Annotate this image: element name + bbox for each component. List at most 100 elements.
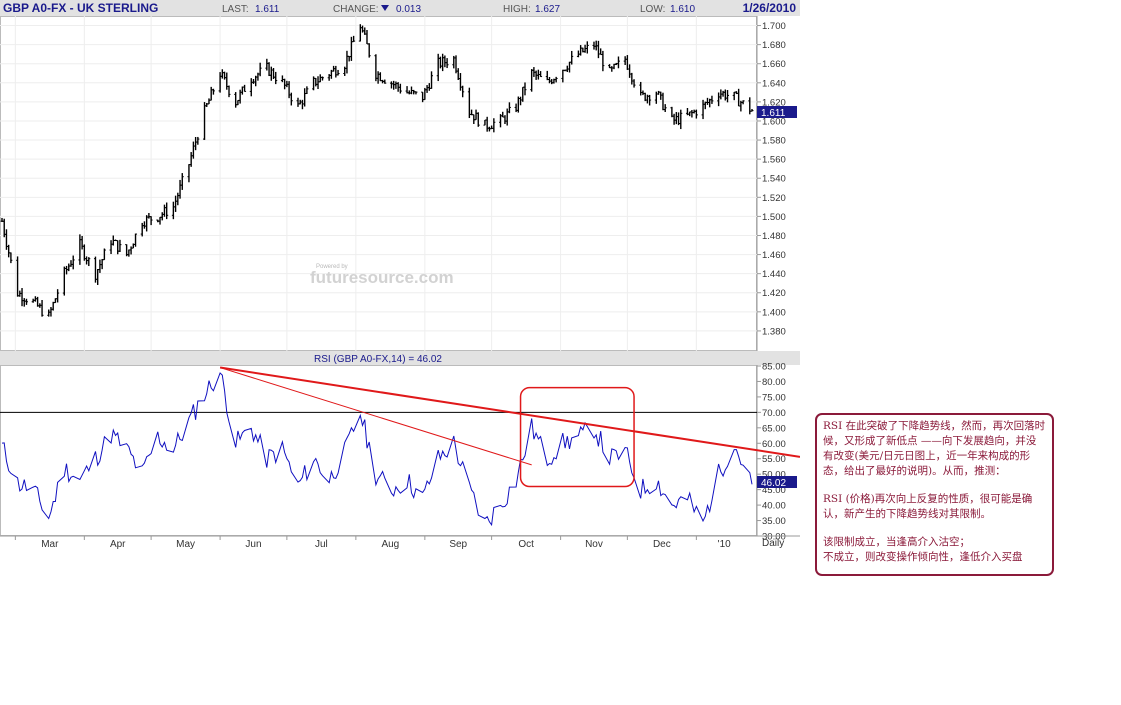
price-bar [289, 92, 293, 106]
price-bar [240, 86, 244, 95]
price-bar [445, 58, 449, 69]
price-bar [65, 265, 69, 275]
price-bar [274, 71, 278, 85]
price-bar [441, 53, 445, 72]
price-bar [476, 112, 480, 127]
rsi-current-label: 46.02 [761, 478, 786, 489]
x-tick-label: Nov [585, 539, 603, 550]
price-tick-label: 1.540 [762, 174, 786, 185]
price-bar [610, 66, 614, 72]
price-tick-label: 1.400 [762, 307, 786, 318]
price-bar [149, 216, 153, 226]
price-bar [69, 260, 73, 267]
price-bar [249, 78, 253, 97]
header-date: 1/26/2010 [743, 1, 797, 15]
price-bar [641, 90, 645, 96]
annotation-note: RSI 在此突破了下降趋势线，然而，再次回落时候，又形成了新低点 ——向下发展趋… [815, 413, 1054, 576]
price-bar [392, 80, 396, 90]
price-bar [454, 55, 458, 74]
low-label: LOW: [640, 4, 665, 15]
price-tick-label: 1.420 [762, 288, 786, 299]
price-bar [62, 266, 66, 296]
price-bar [80, 235, 84, 250]
x-axis-labels: Mar Apr May Jun Jul Aug Sep Oct Nov Dec '10 [14, 536, 731, 550]
price-bar [118, 239, 122, 253]
price-bar [265, 58, 269, 71]
price-bar [694, 109, 698, 119]
change-value: 0.013 [396, 4, 421, 15]
price-bar [503, 115, 507, 125]
price-bar [365, 29, 369, 45]
price-bar [679, 109, 683, 130]
price-bar [36, 296, 40, 307]
price-bar [539, 71, 543, 78]
price-bar [705, 97, 709, 105]
price-bar [657, 90, 661, 95]
price-bar [398, 83, 402, 94]
x-tick-label: May [176, 539, 195, 550]
price-bar [100, 258, 104, 270]
price-bar [7, 244, 11, 258]
price-bar [287, 81, 291, 99]
price-bar [16, 256, 20, 297]
price-bar [320, 76, 324, 81]
price-bar [467, 87, 471, 119]
price-bar [98, 259, 102, 273]
price-bar [258, 62, 262, 77]
price-bar [358, 24, 362, 42]
price-bar [243, 84, 247, 92]
rsi-tick-label: 70.00 [762, 408, 786, 419]
rsi-tick-label: 40.00 [762, 501, 786, 512]
price-bar [367, 43, 371, 58]
rsi-trendlines [219, 366, 801, 466]
price-bar [585, 41, 589, 54]
price-bar [87, 257, 91, 267]
rsi-tick-label: 35.00 [762, 516, 786, 527]
price-bar [209, 86, 213, 101]
price-bar [523, 82, 527, 96]
price-bar [178, 179, 182, 199]
price-bar [443, 55, 447, 68]
price-bar [318, 74, 322, 83]
price-bar [116, 240, 120, 255]
price-bar [269, 66, 273, 81]
price-tick-label: 1.460 [762, 250, 786, 261]
x-grid [14, 16, 697, 351]
price-bar [521, 86, 525, 102]
rsi-line [1, 372, 753, 527]
price-y-ticks: 1.7001.6801.6601.6401.6201.6001.5801.560… [757, 21, 786, 337]
price-bar [176, 192, 180, 206]
price-bar [625, 55, 629, 70]
chart-svg: GBP A0-FX - UK STERLING LAST: 1.611 CHAN… [0, 0, 801, 550]
price-bar [127, 249, 131, 257]
annotation-paragraph-3: 该限制成立，当逢高介入沽空； [823, 536, 970, 548]
price-bar [67, 263, 71, 272]
price-bar [78, 234, 82, 265]
price-bar [550, 79, 554, 85]
rsi-title: RSI (GBP A0-FX,14) = 46.02 [314, 354, 442, 365]
price-bar [639, 81, 643, 96]
x-tick-label: Jun [245, 539, 261, 550]
price-bar [732, 91, 736, 101]
last-value: 1.611 [255, 4, 280, 15]
price-bar [211, 88, 215, 95]
price-bar [145, 215, 149, 232]
price-bar [187, 164, 191, 183]
x-tick-label: Jul [315, 539, 328, 550]
price-bar [223, 71, 227, 80]
price-bar [314, 77, 318, 87]
price-bar [300, 99, 304, 110]
price-bar [596, 40, 600, 59]
price-bar [374, 54, 378, 82]
price-bar [56, 289, 60, 303]
price-bar [737, 88, 741, 107]
annotation-paragraph-2: RSI (价格)再次向上反复的性质，很可能是确认，新产生的下降趋势线对其限制。 [823, 493, 1033, 520]
price-bar [267, 62, 271, 77]
price-bar [748, 97, 752, 115]
price-tick-label: 1.580 [762, 136, 786, 147]
price-bar [663, 104, 667, 113]
price-bar [207, 98, 211, 105]
price-bar [158, 216, 162, 225]
price-bar [234, 92, 238, 108]
price-bar [570, 50, 574, 65]
